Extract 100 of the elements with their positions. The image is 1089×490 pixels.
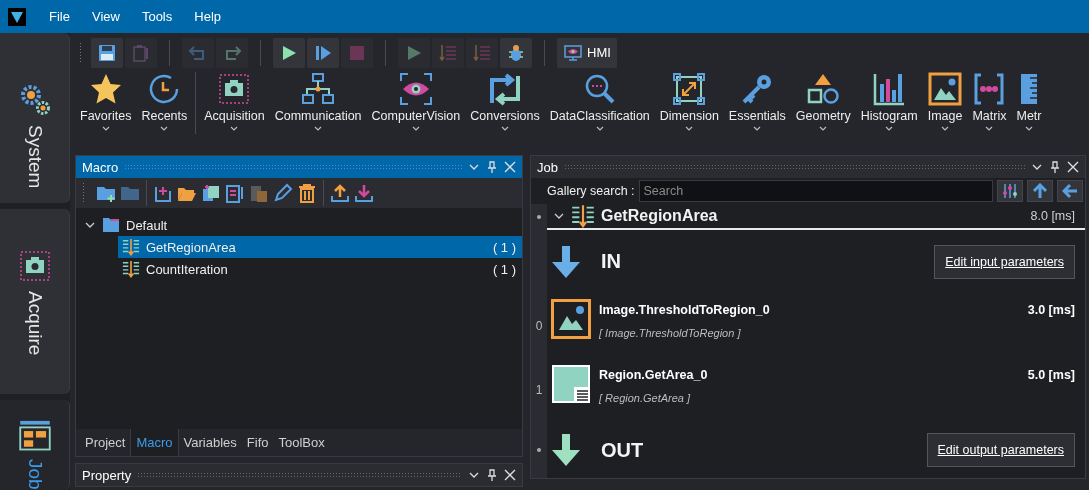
side-tab[interactable]: Job: [0, 400, 70, 490]
caret-icon: [101, 126, 110, 131]
ribbon-category[interactable]: Image: [922, 72, 968, 131]
caret-icon: [501, 126, 509, 131]
ribbon-category[interactable]: Recents: [136, 72, 193, 131]
camera-icon: [217, 72, 252, 106]
save-icon: [97, 42, 117, 63]
ribbon-category[interactable]: Acquisition: [199, 72, 270, 131]
folder-icon: [102, 217, 120, 233]
pin-icon[interactable]: [486, 161, 498, 173]
toolbar-button[interactable]: [273, 37, 305, 68]
bullet-dot: [537, 448, 541, 453]
step-type: [ Region.GetArea ]: [599, 391, 692, 404]
step-name: Region.GetArea_0: [599, 367, 709, 382]
back-button[interactable]: [1057, 180, 1083, 202]
region-icon: [551, 363, 591, 404]
ribbon-category[interactable]: Histogram: [855, 72, 923, 131]
trash-icon[interactable]: [297, 183, 317, 203]
ruler-icon: [1021, 72, 1037, 106]
pencil-icon[interactable]: [273, 183, 293, 203]
shapes-icon: [806, 72, 841, 106]
close-icon[interactable]: [504, 469, 516, 481]
macro-title: GetRegionArea: [601, 207, 719, 225]
ribbon-category[interactable]: Geometry: [790, 72, 856, 131]
macro-icon: [122, 260, 140, 278]
menu-item[interactable]: Tools: [130, 9, 184, 24]
toolbar-button[interactable]: [500, 37, 532, 68]
arrow-left-icon: [1062, 183, 1078, 199]
image-icon: [551, 299, 591, 340]
ribbon-category[interactable]: DataClassification: [544, 72, 655, 131]
step-type: [ Image.ThresholdToRegion ]: [599, 327, 742, 340]
upload-icon[interactable]: [330, 183, 350, 203]
step-name: Image.ThresholdToRegion_0: [599, 303, 771, 318]
menu-item[interactable]: View: [80, 9, 131, 24]
section-title: OUT: [601, 438, 645, 462]
panel-tab[interactable]: Fifo: [241, 429, 274, 456]
panel-tab[interactable]: Project: [80, 429, 131, 456]
download-icon[interactable]: [354, 183, 374, 203]
ribbon-category[interactable]: Essentials: [723, 72, 791, 131]
side-tab[interactable]: Acquire: [0, 209, 70, 394]
move-up-button[interactable]: [1027, 180, 1053, 202]
tree-item[interactable]: CountIteration ( 1 ): [118, 258, 522, 280]
close-icon[interactable]: [504, 161, 516, 173]
copy-icon[interactable]: [201, 183, 221, 203]
panel-title: Macro: [82, 159, 119, 175]
eye-icon: [398, 72, 433, 106]
ribbon-category[interactable]: Communication: [269, 72, 367, 131]
caret-icon: [753, 126, 762, 131]
caret-icon: [595, 126, 604, 131]
paste-icon[interactable]: [249, 183, 269, 203]
camera-icon: [17, 249, 52, 284]
close-icon[interactable]: [1067, 161, 1079, 173]
app-logo-icon: [8, 7, 26, 26]
ribbon-category[interactable]: Favorites: [75, 72, 137, 131]
hmi-button[interactable]: HMI: [557, 37, 617, 68]
bar-chart-icon: [872, 72, 907, 106]
ribbon-category[interactable]: Matrix: [967, 72, 1012, 131]
bullet-dot: [537, 214, 541, 219]
caret-icon: [941, 126, 950, 131]
macro-time: 8.0 [ms]: [1030, 209, 1075, 223]
bug-icon: [506, 42, 526, 63]
side-tab[interactable]: System: [0, 33, 70, 204]
panel-tab[interactable]: ToolBox: [273, 429, 330, 456]
ribbon-category[interactable]: Metr: [1011, 72, 1047, 131]
arrow-up-icon: [1032, 183, 1048, 199]
arrow-down-icon: [551, 245, 581, 278]
pin-icon[interactable]: [486, 469, 498, 481]
ribbon-category[interactable]: ComputerVision: [366, 72, 466, 131]
layout-icon: [17, 420, 52, 452]
convert-arrows-icon: [488, 72, 522, 106]
ribbon-category[interactable]: Dimension: [654, 72, 724, 131]
clipboard-icon[interactable]: [225, 183, 245, 203]
pin-icon[interactable]: [1049, 161, 1061, 173]
tree-item[interactable]: Default: [80, 214, 522, 236]
caret-icon: [411, 126, 420, 131]
caret-icon: [160, 126, 169, 131]
step-index: 0: [535, 318, 543, 333]
arrow-down-icon: [551, 434, 581, 467]
toolbar-button[interactable]: [307, 37, 339, 68]
step-time: 3.0 [ms]: [1027, 302, 1075, 318]
section-title: IN: [601, 250, 622, 274]
tree-item[interactable]: GetRegionArea ( 1 ): [118, 236, 522, 258]
caret-icon: [230, 126, 239, 131]
edit-output-button[interactable]: Edit output parameters: [926, 433, 1075, 468]
panel-tab[interactable]: Variables: [178, 429, 242, 456]
list-icon: [438, 42, 458, 63]
menu-item[interactable]: File: [38, 9, 81, 24]
search-label: Gallery search :: [547, 184, 635, 198]
panel-tab[interactable]: Macro: [130, 429, 179, 456]
step-index: 1: [535, 383, 543, 397]
ribbon-category[interactable]: Conversions: [465, 72, 545, 131]
caret-icon: [885, 126, 894, 131]
list-icon: [472, 42, 492, 63]
search-field[interactable]: Search: [638, 180, 993, 202]
edit-input-button[interactable]: Edit input parameters: [934, 244, 1075, 279]
resize-icon: [672, 72, 707, 106]
caret-icon: [819, 126, 828, 131]
filter-button[interactable]: [997, 180, 1023, 202]
menu-item[interactable]: Help: [183, 9, 232, 24]
toolbar-button[interactable]: [91, 37, 123, 68]
